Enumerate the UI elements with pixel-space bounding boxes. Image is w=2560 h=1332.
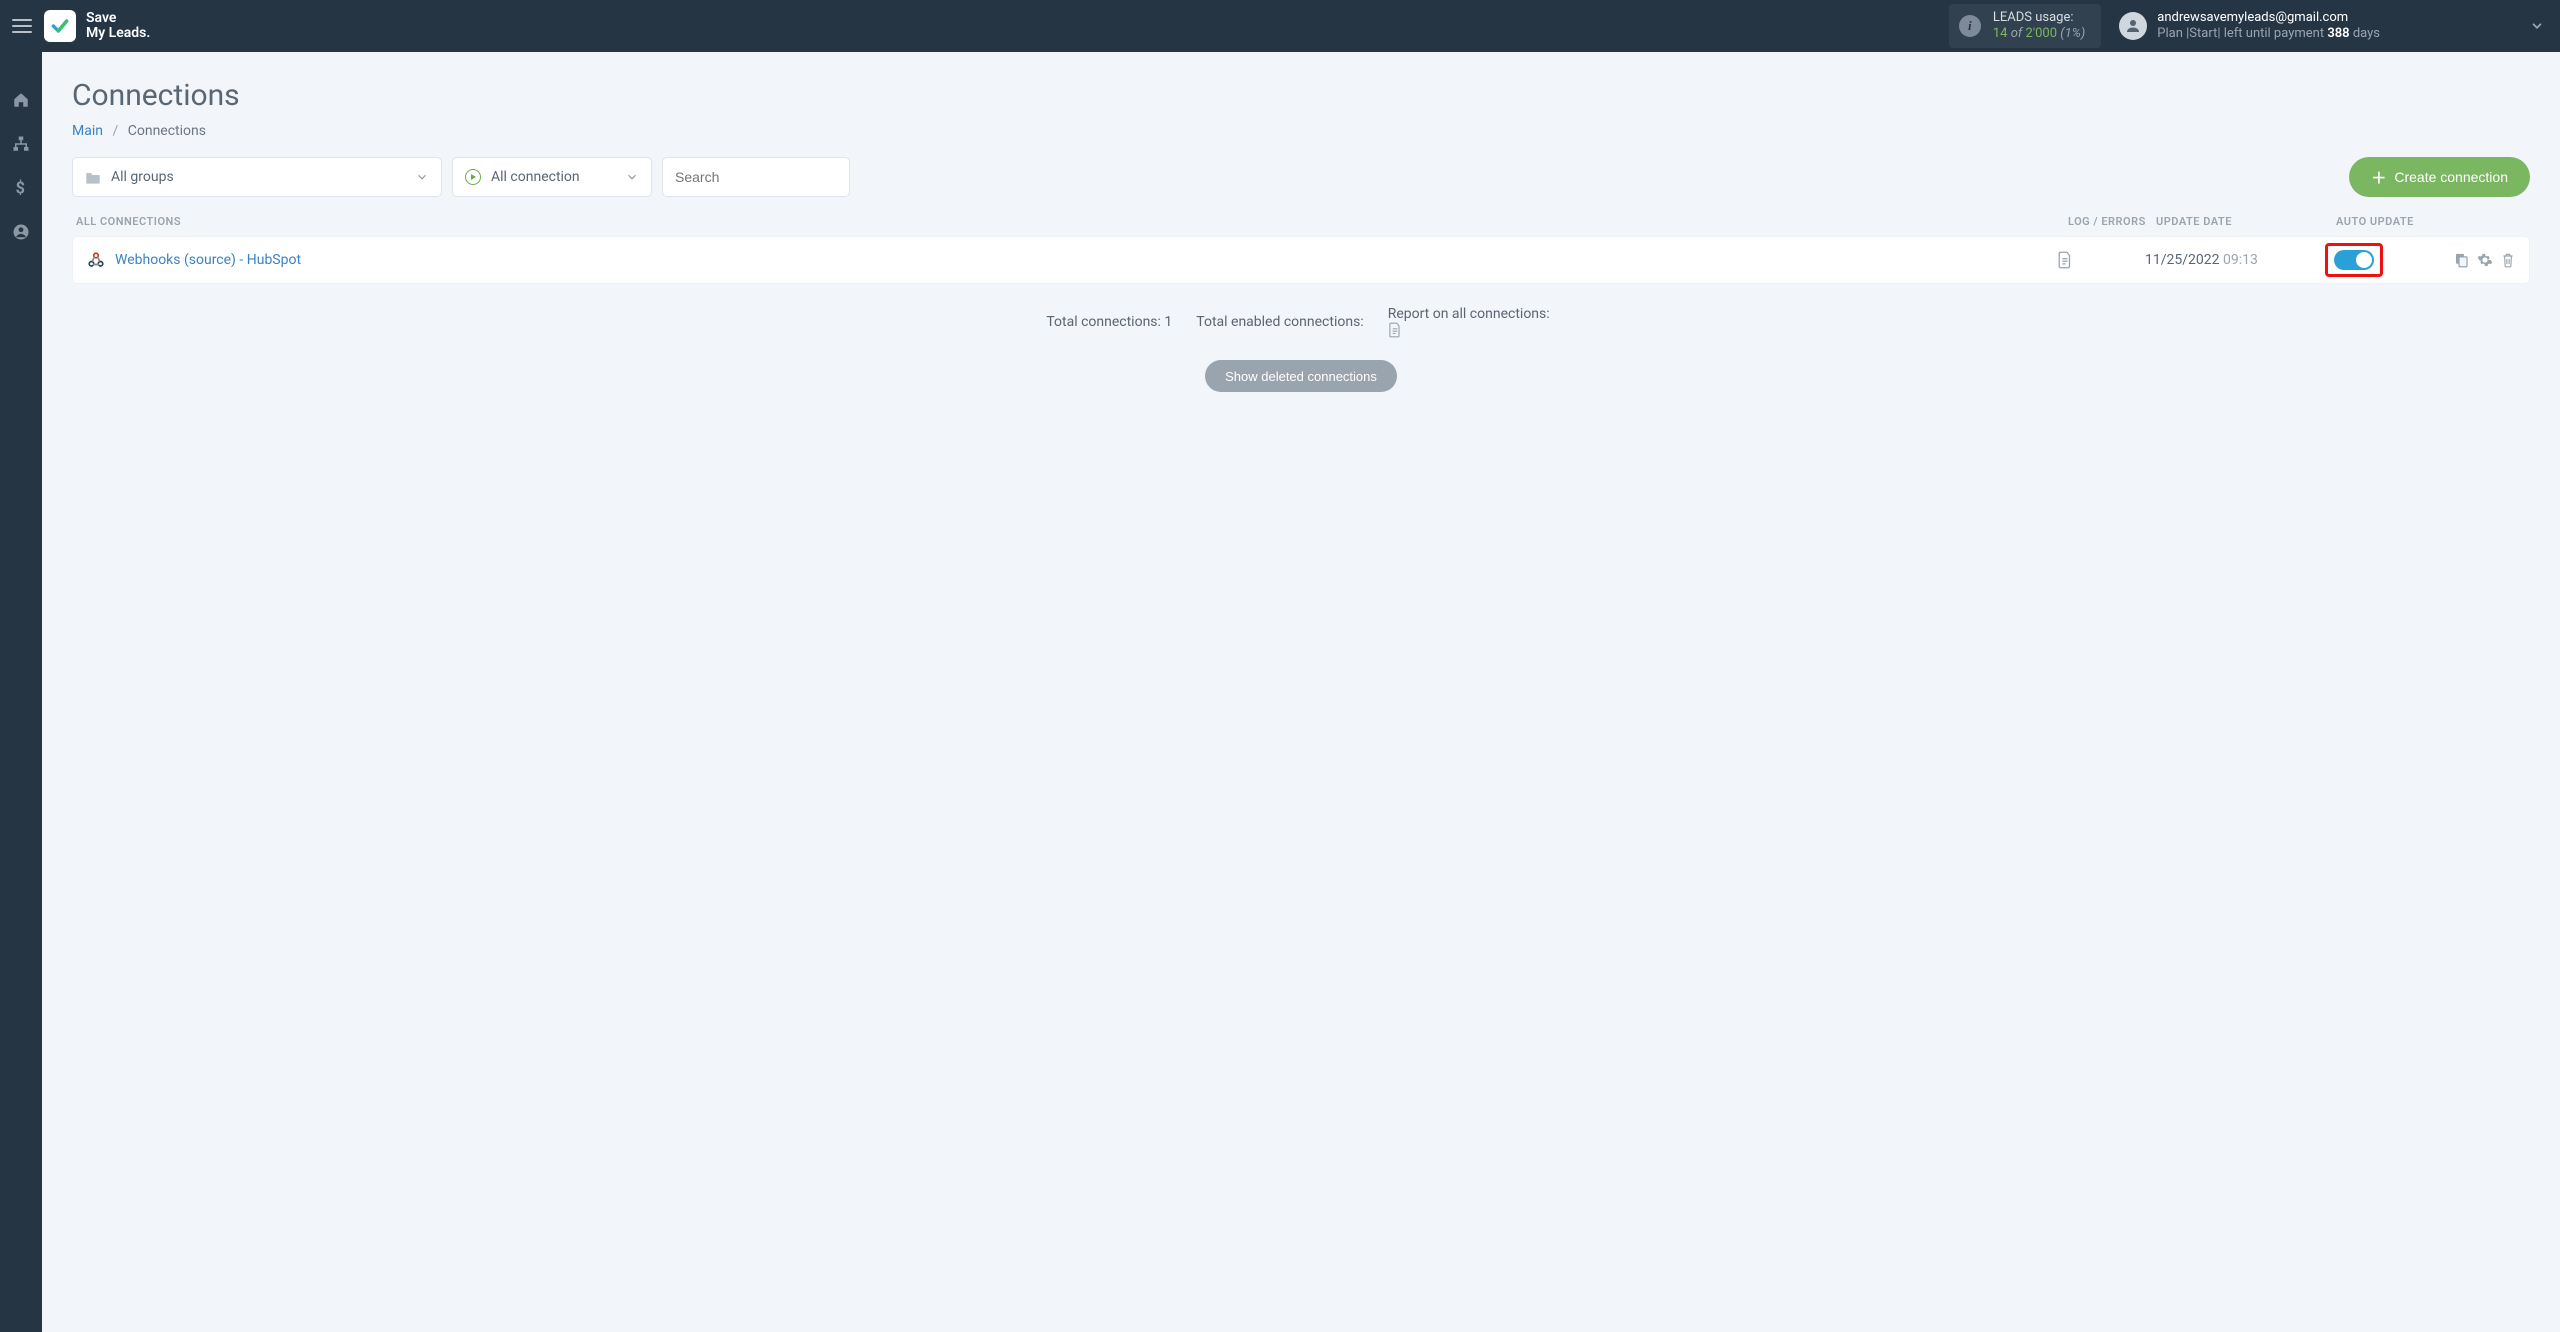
- table-header: ALL CONNECTIONS LOG / ERRORS UPDATE DATE…: [72, 215, 2530, 236]
- status-select-label: All connection: [491, 169, 580, 185]
- create-connection-label: Create connection: [2394, 169, 2508, 185]
- plus-icon: ＋: [2371, 167, 2386, 188]
- webhook-icon: [87, 251, 105, 269]
- connection-name-link[interactable]: Webhooks (source) - HubSpot: [115, 252, 301, 268]
- controls-row: All groups All connection ＋ Create conne…: [72, 157, 2530, 197]
- auto-update-toggle[interactable]: [2334, 250, 2374, 270]
- page-title: Connections: [72, 78, 2530, 113]
- col-header-auto: AUTO UPDATE: [2336, 215, 2446, 228]
- usage-label: LEADS usage:: [1993, 10, 2085, 26]
- copy-icon: [2454, 252, 2469, 268]
- user-menu-chevron[interactable]: [2530, 19, 2544, 33]
- connection-log-button[interactable]: [2057, 251, 2145, 269]
- folder-icon: [85, 170, 101, 184]
- breadcrumb-separator: /: [106, 123, 124, 139]
- leads-usage-pill[interactable]: i LEADS usage: 14 of 2'000 (1%): [1949, 4, 2101, 49]
- nav-connections[interactable]: [11, 134, 31, 154]
- gear-icon: [2477, 252, 2493, 268]
- home-icon: [12, 91, 30, 109]
- brand-logo[interactable]: [44, 10, 76, 42]
- brand-name: Save My Leads.: [86, 11, 150, 42]
- sidebar: $: [0, 52, 42, 1332]
- chevron-down-icon: [625, 170, 639, 184]
- groups-select[interactable]: All groups: [72, 157, 442, 197]
- summary-report[interactable]: Report on all connections:: [1388, 306, 1556, 338]
- breadcrumb-current: Connections: [128, 123, 206, 139]
- brand-line2: My Leads.: [86, 26, 150, 41]
- user-plan: Plan |Start| left until payment 388 days: [2157, 26, 2380, 42]
- table-row: Webhooks (source) - HubSpot 11/25/2022 0…: [72, 236, 2530, 284]
- chevron-down-icon: [2530, 19, 2544, 33]
- connection-update-date: 11/25/2022 09:13: [2145, 252, 2325, 268]
- trash-icon: [2501, 252, 2515, 268]
- svg-text:$: $: [16, 179, 25, 197]
- hamburger-menu-button[interactable]: [8, 12, 36, 40]
- col-header-date: UPDATE DATE: [2156, 215, 2336, 228]
- auto-update-highlight: [2325, 243, 2383, 277]
- search-box[interactable]: [662, 157, 850, 197]
- user-menu[interactable]: andrewsavemyleads@gmail.com Plan |Start|…: [2119, 10, 2380, 43]
- status-select[interactable]: All connection: [452, 157, 652, 197]
- col-header-log: LOG / ERRORS: [2068, 215, 2156, 228]
- copy-connection-button[interactable]: [2454, 252, 2469, 268]
- search-input[interactable]: [675, 169, 837, 185]
- user-icon: [2124, 17, 2142, 35]
- breadcrumb: Main / Connections: [72, 123, 2530, 139]
- user-circle-icon: [12, 223, 30, 241]
- brand-line1: Save: [86, 11, 150, 26]
- avatar: [2119, 12, 2147, 40]
- breadcrumb-main-link[interactable]: Main: [72, 123, 103, 139]
- sitemap-icon: [12, 135, 30, 153]
- groups-select-label: All groups: [111, 169, 174, 185]
- nav-billing[interactable]: $: [11, 178, 31, 198]
- dollar-icon: $: [15, 179, 27, 197]
- document-icon: [1388, 322, 1402, 338]
- main-content: Connections Main / Connections All group…: [42, 52, 2560, 1332]
- create-connection-button[interactable]: ＋ Create connection: [2349, 157, 2530, 197]
- summary-enabled: Total enabled connections:: [1196, 314, 1363, 330]
- check-icon: [50, 16, 70, 36]
- document-icon: [2057, 251, 2073, 269]
- delete-connection-button[interactable]: [2501, 252, 2515, 268]
- show-deleted-button[interactable]: Show deleted connections: [1205, 360, 1397, 392]
- top-bar: Save My Leads. i LEADS usage: 14 of 2'00…: [0, 0, 2560, 52]
- col-header-name: ALL CONNECTIONS: [76, 215, 2068, 228]
- user-email: andrewsavemyleads@gmail.com: [2157, 10, 2380, 26]
- nav-account[interactable]: [11, 222, 31, 242]
- play-circle-icon: [465, 169, 481, 185]
- chevron-down-icon: [415, 170, 429, 184]
- info-icon: i: [1959, 15, 1981, 37]
- settings-connection-button[interactable]: [2477, 252, 2493, 268]
- usage-value: 14 of 2'000 (1%): [1993, 26, 2085, 42]
- summary-row: Total connections: 1 Total enabled conne…: [72, 306, 2530, 338]
- summary-total: Total connections: 1: [1046, 314, 1172, 330]
- nav-home[interactable]: [11, 90, 31, 110]
